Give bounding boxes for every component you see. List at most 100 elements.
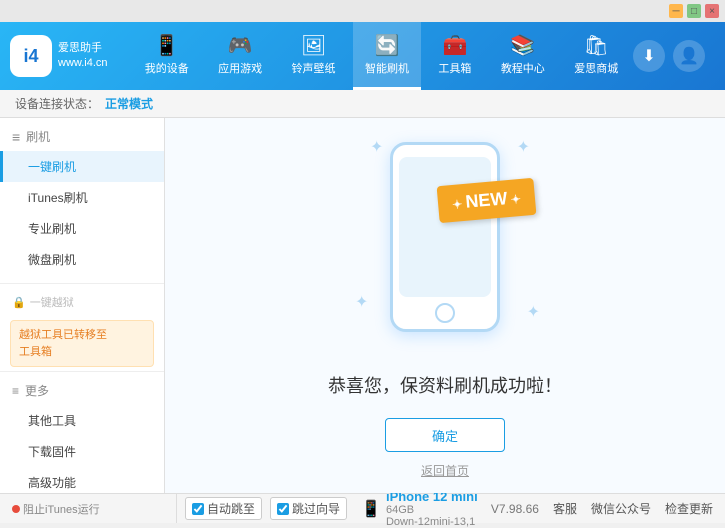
sidebar-flash-section: ≡ 刷机 一键刷机 iTunes刷机 专业刷机 微盘刷机 [0, 118, 164, 279]
sidebar-more-label: 更多 [25, 382, 49, 399]
nav-label-3: 智能刷机 [365, 60, 409, 76]
customer-service-link[interactable]: 客服 [553, 500, 577, 517]
back-home-link[interactable]: 返回首页 [421, 462, 469, 479]
status-bar: 设备连接状态： 正常模式 [0, 90, 725, 118]
minimize-button[interactable]: ─ [669, 4, 683, 18]
phone-illustration: ✦ ✦ ✦ ✦ NEW [345, 132, 545, 352]
device-details: iPhone 12 mini 64GB Down-12mini-13,1 [386, 489, 478, 528]
nav-item-1[interactable]: 🎮 应用游戏 [206, 22, 274, 90]
phone-screen [399, 157, 491, 297]
sidebar: ≡ 刷机 一键刷机 iTunes刷机 专业刷机 微盘刷机 🔒 一键越狱 越狱工具… [0, 118, 165, 493]
nav-icon-5: 📚 [510, 36, 535, 56]
nav-item-5[interactable]: 📚 教程中心 [489, 22, 557, 90]
nav-icon-3: 🔄 [375, 36, 400, 56]
sidebar-item-other-tools[interactable]: 其他工具 [0, 405, 164, 436]
sidebar-item-cloud[interactable]: 微盘刷机 [0, 244, 164, 275]
sidebar-jailbreak-grayed: 🔒 一键越狱 [0, 288, 164, 316]
device-icon: 📱 [361, 499, 381, 519]
nav-item-4[interactable]: 🧰 工具箱 [426, 22, 483, 90]
sidebar-flash-label: 刷机 [26, 128, 50, 145]
nav-label-1: 应用游戏 [218, 60, 262, 76]
nav-label-5: 教程中心 [501, 60, 545, 76]
device-sub: 64GB [386, 504, 478, 516]
sidebar-more-header: ≡ 更多 [0, 376, 164, 405]
sidebar-item-onekey[interactable]: 一键刷机 [0, 151, 164, 182]
nav-label-2: 铃声壁纸 [292, 60, 336, 76]
sparkle4: ✦ [527, 302, 540, 322]
status-value: 正常模式 [105, 95, 153, 112]
sidebar-download-firmware-label: 下载固件 [28, 445, 76, 459]
sidebar-item-pro[interactable]: 专业刷机 [0, 213, 164, 244]
content-area: ✦ ✦ ✦ ✦ NEW 恭喜您，保资料刷机成功啦！ 确定 返回首页 [165, 118, 725, 493]
sidebar-advanced-label: 高级功能 [28, 476, 76, 490]
auto-jump-input[interactable] [192, 503, 204, 515]
confirm-button[interactable]: 确定 [385, 418, 505, 452]
itunes-status-label: 阻止iTunes运行 [23, 501, 100, 517]
checkbox-group: 自动跳至 跳过向导 [185, 497, 347, 520]
more-icon: ≡ [12, 384, 19, 398]
header-right: ⬇ 👤 [633, 40, 715, 72]
new-badge: NEW [437, 178, 537, 223]
user-button[interactable]: 👤 [673, 40, 705, 72]
nav-item-0[interactable]: 📱 我的设备 [133, 22, 201, 90]
flash-icon: ≡ [12, 129, 20, 145]
nav-icon-2: 🖼 [301, 36, 326, 56]
sidebar-item-cloud-label: 微盘刷机 [28, 253, 76, 267]
nav-label-0: 我的设备 [145, 60, 189, 76]
auto-jump-checkbox[interactable]: 自动跳至 [185, 497, 262, 520]
wechat-link[interactable]: 微信公众号 [591, 500, 651, 517]
nav-icon-0: 📱 [154, 36, 179, 56]
sidebar-flash-header: ≡ 刷机 [0, 122, 164, 151]
device-storage: 64GB [386, 504, 414, 516]
nav-icon-4: 🧰 [442, 36, 467, 56]
device-info: 📱 iPhone 12 mini 64GB Down-12mini-13,1 [361, 489, 478, 528]
skip-guide-checkbox[interactable]: 跳过向导 [270, 497, 347, 520]
logo-area: i4 爱思助手 www.i4.cn [10, 35, 130, 77]
lock-icon: 🔒 [12, 296, 26, 309]
phone-home-button [435, 303, 455, 323]
skip-guide-label: 跳过向导 [292, 500, 340, 517]
nav-icon-1: 🎮 [228, 36, 253, 56]
sidebar-item-itunes[interactable]: iTunes刷机 [0, 182, 164, 213]
phone-body [390, 142, 500, 332]
sidebar-note: 越狱工具已转移至工具箱 [10, 320, 154, 367]
sidebar-item-download-firmware[interactable]: 下载固件 [0, 436, 164, 467]
sidebar-divider1 [0, 283, 164, 284]
status-label: 设备连接状态： [15, 95, 99, 112]
nav-item-2[interactable]: 🖼 铃声壁纸 [280, 22, 348, 90]
sidebar-item-onekey-label: 一键刷机 [28, 160, 76, 174]
download-button[interactable]: ⬇ [633, 40, 665, 72]
auto-jump-label: 自动跳至 [207, 500, 255, 517]
sidebar-item-advanced[interactable]: 高级功能 [0, 467, 164, 493]
logo-text: 爱思助手 www.i4.cn [58, 41, 108, 72]
sidebar-divider2 [0, 371, 164, 372]
bottom-right: V7.98.66 客服 微信公众号 检查更新 [491, 500, 713, 517]
header: i4 爱思助手 www.i4.cn 📱 我的设备🎮 应用游戏🖼 铃声壁纸🔄 智能… [0, 22, 725, 90]
nav-label-4: 工具箱 [438, 60, 471, 76]
sidebar-other-tools-label: 其他工具 [28, 414, 76, 428]
sidebar-item-itunes-label: iTunes刷机 [28, 191, 88, 205]
main-layout: ≡ 刷机 一键刷机 iTunes刷机 专业刷机 微盘刷机 🔒 一键越狱 越狱工具… [0, 118, 725, 493]
bottom-bar: 阻止iTunes运行 自动跳至 跳过向导 📱 iPhone 12 mini 64… [0, 493, 725, 523]
title-bar: ─ □ × [0, 0, 725, 22]
bottom-left: 阻止iTunes运行 [12, 494, 177, 523]
sparkle1: ✦ [370, 137, 383, 157]
itunes-status: 阻止iTunes运行 [12, 501, 100, 517]
maximize-button[interactable]: □ [687, 4, 701, 18]
sidebar-item-pro-label: 专业刷机 [28, 222, 76, 236]
success-text: 恭喜您，保资料刷机成功啦！ [328, 372, 562, 398]
device-model: Down-12mini-13,1 [386, 516, 478, 528]
nav-items: 📱 我的设备🎮 应用游戏🖼 铃声壁纸🔄 智能刷机🧰 工具箱📚 教程中心🛍 爱思商… [130, 22, 633, 90]
nav-item-3[interactable]: 🔄 智能刷机 [353, 22, 421, 90]
sparkle2: ✦ [517, 137, 530, 157]
close-button[interactable]: × [705, 4, 719, 18]
logo-icon: i4 [10, 35, 52, 77]
sparkle3: ✦ [355, 292, 368, 312]
nav-icon-6: 🛍 [584, 36, 609, 56]
itunes-status-dot [12, 505, 20, 513]
nav-label-6: 爱思商城 [574, 60, 618, 76]
version-label: V7.98.66 [491, 502, 539, 516]
nav-item-6[interactable]: 🛍 爱思商城 [562, 22, 630, 90]
check-update-link[interactable]: 检查更新 [665, 500, 713, 517]
skip-guide-input[interactable] [277, 503, 289, 515]
